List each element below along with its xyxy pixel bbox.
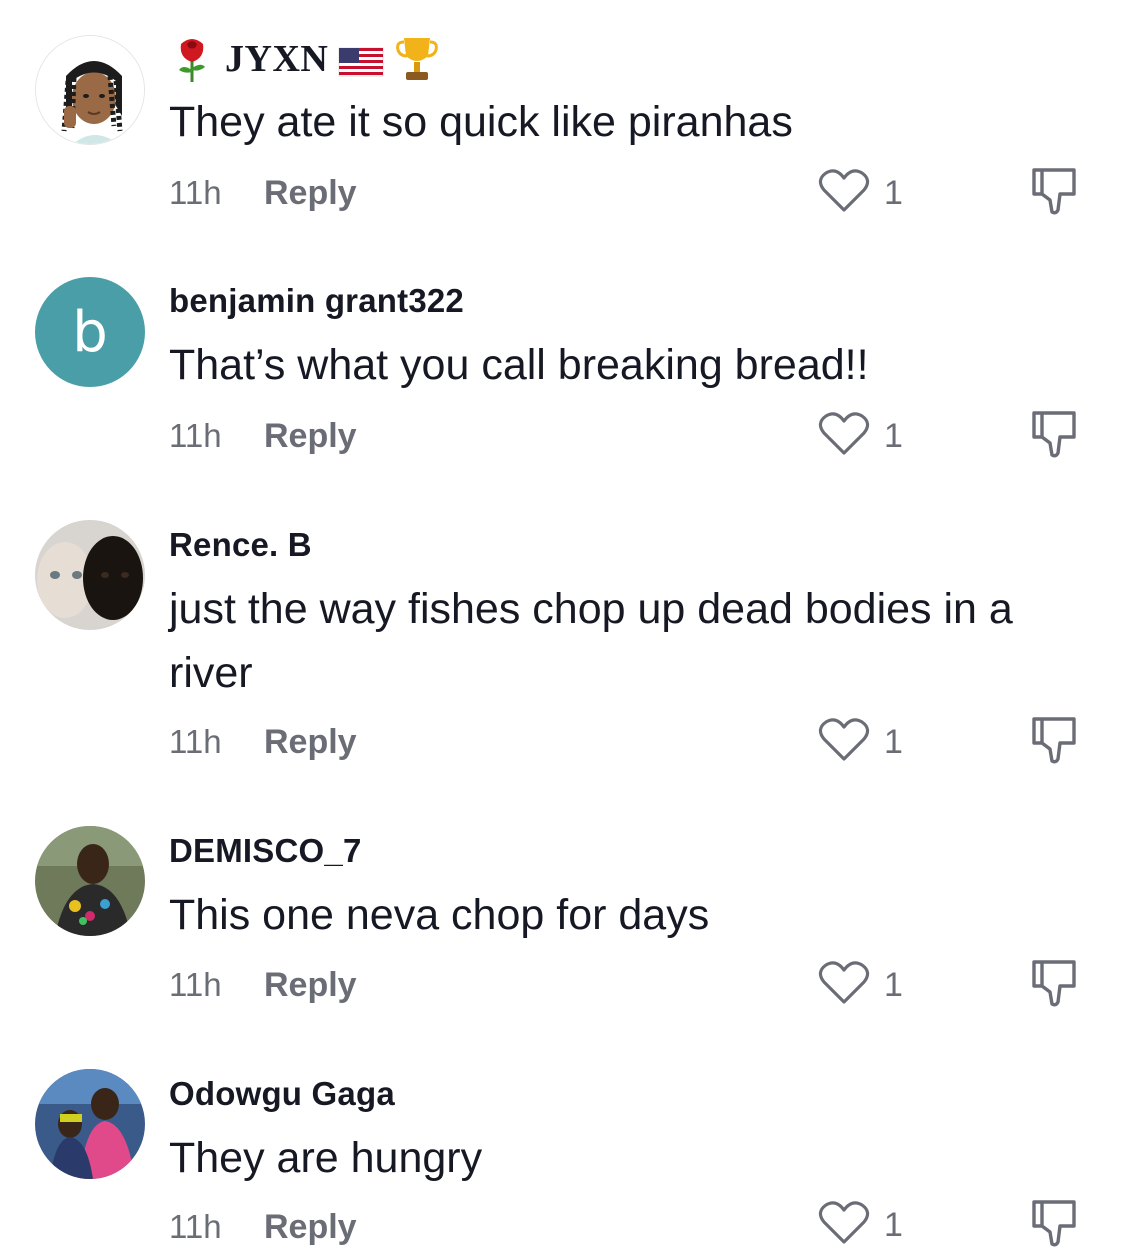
comment-text: This one neva chop for days [169, 891, 710, 939]
thumbs-down-icon [1030, 1200, 1078, 1252]
timestamp: 11h [169, 417, 222, 454]
heart-icon [818, 1200, 870, 1251]
like-count: 1 [884, 174, 903, 212]
avatar[interactable] [35, 1069, 145, 1179]
comment-text: just the way fishes chop up dead bodies … [169, 585, 1013, 697]
heart-icon [818, 411, 870, 462]
timestamp: 11h [169, 723, 222, 760]
username-row: JYXN [169, 34, 440, 84]
photo-avatar-image [35, 520, 145, 630]
thumbs-down-icon [1030, 411, 1078, 463]
username[interactable]: DEMISCO_7 [169, 832, 362, 870]
reply-button[interactable]: Reply [264, 1208, 357, 1247]
username-row: benjamin grant322 [169, 282, 464, 320]
dislike-button[interactable] [1030, 409, 1078, 464]
timestamp: 11h [169, 1208, 222, 1245]
reply-button[interactable]: Reply [264, 966, 357, 1005]
avatar-letter: b [35, 277, 145, 387]
thumbs-down-icon [1030, 168, 1078, 220]
like-count: 1 [884, 1206, 903, 1244]
comment-meta: 11h Reply [169, 411, 357, 461]
dislike-button[interactable] [1030, 958, 1078, 1013]
heart-icon [818, 168, 870, 219]
like-button[interactable]: 1 [818, 168, 903, 219]
username-row: Odowgu Gaga [169, 1075, 395, 1113]
avatar[interactable]: b [35, 277, 145, 387]
us-flag-icon [338, 34, 384, 84]
thumbs-down-icon [1030, 960, 1078, 1012]
avatar[interactable] [35, 35, 145, 145]
avatar[interactable] [35, 520, 145, 630]
reply-button[interactable]: Reply [264, 723, 357, 762]
reply-button[interactable]: Reply [264, 174, 357, 213]
photo-avatar-image [35, 1069, 145, 1179]
timestamp: 11h [169, 966, 222, 1003]
username[interactable]: Rence. B [169, 526, 312, 564]
comment-text: They are hungry [169, 1134, 483, 1182]
comment-meta: 11h Reply [169, 168, 357, 218]
username[interactable]: JYXN [225, 37, 328, 81]
rose-icon [169, 34, 215, 84]
avatar[interactable] [35, 826, 145, 936]
like-count: 1 [884, 723, 903, 761]
like-button[interactable]: 1 [818, 1200, 903, 1251]
username-row: Rence. B [169, 526, 312, 564]
photo-avatar-image [35, 826, 145, 936]
like-count: 1 [884, 966, 903, 1004]
like-button[interactable]: 1 [818, 960, 903, 1011]
dislike-button[interactable] [1030, 166, 1078, 221]
like-button[interactable]: 1 [818, 411, 903, 462]
comment-text: They ate it so quick like piranhas [169, 98, 793, 146]
heart-icon [818, 717, 870, 768]
cartoon-avatar-image [36, 36, 144, 144]
comment-meta: 11h Reply [169, 717, 357, 767]
username[interactable]: benjamin grant322 [169, 282, 464, 320]
like-count: 1 [884, 417, 903, 455]
username-row: DEMISCO_7 [169, 832, 362, 870]
reply-button[interactable]: Reply [264, 417, 357, 456]
trophy-icon [394, 34, 440, 84]
timestamp: 11h [169, 174, 222, 211]
heart-icon [818, 960, 870, 1011]
like-button[interactable]: 1 [818, 717, 903, 768]
comment-text: That’s what you call breaking bread!! [169, 341, 869, 389]
thumbs-down-icon [1030, 717, 1078, 769]
comment-meta: 11h Reply [169, 960, 357, 1010]
username[interactable]: Odowgu Gaga [169, 1075, 395, 1113]
dislike-button[interactable] [1030, 715, 1078, 770]
